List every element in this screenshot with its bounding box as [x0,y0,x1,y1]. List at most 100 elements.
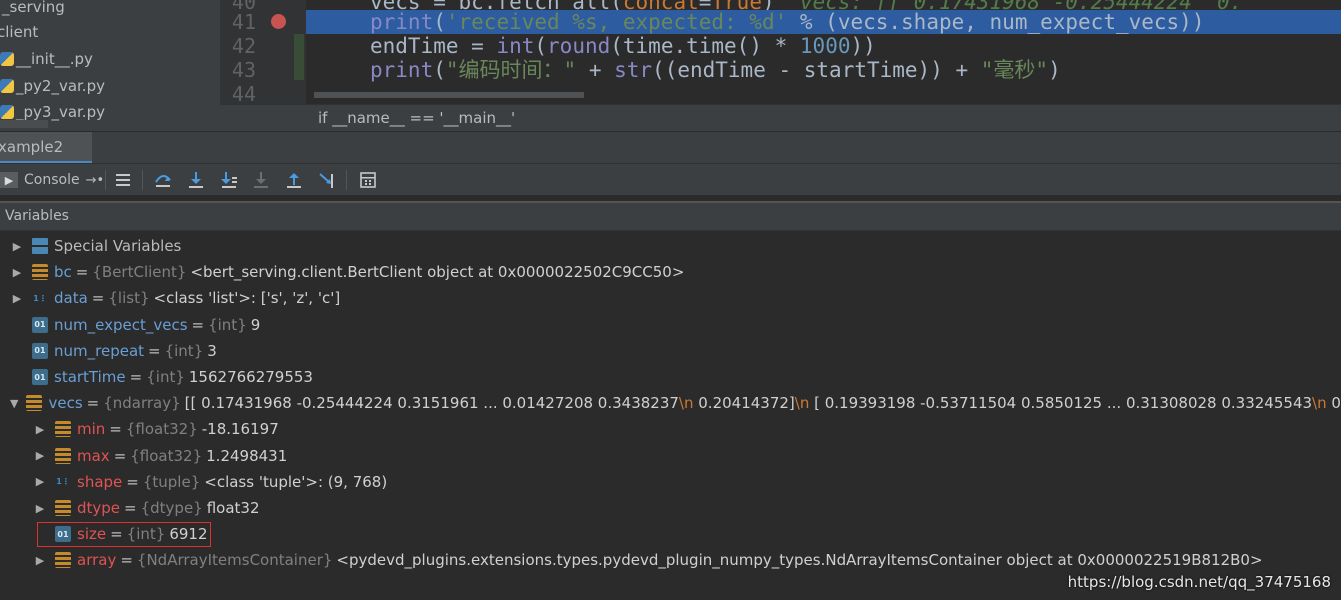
expand-arrow-down-icon[interactable]: ▼ [10,396,18,410]
code-line-current[interactable]: print('received %s, expected: %d' % (vec… [306,10,1341,34]
variable-name: max [77,446,110,465]
variable-row[interactable]: ▶ bc = {BertClient} <bert_serving.client.Ber… [0,259,1341,285]
equals-sign: = [148,341,161,360]
variable-value: <bert_serving.client.BertClient object a… [190,263,685,282]
step-out-icon[interactable] [283,169,305,191]
equals-sign: = [109,420,122,439]
step-over-icon[interactable] [152,169,174,191]
variable-name: data [54,289,88,308]
expand-arrow-right-icon[interactable]: ▶ [33,449,47,463]
line-number: 44 [231,82,256,106]
object-variable-icon [26,395,43,412]
object-variable-icon [32,264,48,281]
variable-row[interactable]: ▶ Special Variables [0,233,1341,259]
step-into-my-code-icon[interactable] [218,169,240,191]
variable-value: 1562766279553 [188,368,313,386]
toolbar-separator [142,170,143,190]
tab-debug-session[interactable]: xample2 [0,132,92,164]
tree-item[interactable]: _py2_var.py [0,74,105,98]
tree-item-label: lient [5,23,39,41]
python-file-icon [0,79,14,93]
show-execution-point-icon[interactable] [112,169,134,191]
python-file-icon [0,105,14,119]
expand-arrow-right-icon[interactable]: ▶ [10,265,24,279]
variable-type: {int} [208,315,247,334]
code-line[interactable]: print("编码时间：" + str((endTime - startTime… [306,58,1341,82]
expand-arrow-right-icon[interactable]: ▶ [10,239,24,253]
console-tab[interactable]: ▶ Console →• [0,167,104,193]
variables-panel-header: Variables [0,201,1341,231]
variable-row[interactable]: ▶ max = {float32} 1.2498431 [0,443,1341,469]
variable-row[interactable]: ▶01startTime={int}1562766279553 [0,364,1341,390]
variable-name: shape [77,472,123,491]
equals-sign: = [75,263,89,282]
variable-row[interactable]: ▶01num_expect_vecs={int}9 [0,312,1341,338]
variable-type: {ndarray} [103,394,181,413]
variable-value: -18.16197 [201,420,279,439]
variable-value: [[ 0.17431968 -0.25444224 0.3151961 ... … [184,394,1341,413]
tree-item[interactable]: c lient [0,20,38,44]
tree-item-label: _py3_var.py [16,103,105,121]
run-to-cursor-icon[interactable] [316,169,338,191]
watermark: https://blog.csdn.net/qq_37475168 [1067,573,1331,591]
debug-toolbar: ▶ Console →• [0,163,1341,195]
debug-tab-strip: xample2 [0,131,1341,164]
variable-row[interactable]: ▶ min = {float32} -18.16197 [0,416,1341,442]
variable-value: <class 'tuple'>: (9, 768) [204,472,388,491]
variable-type: {list} [108,289,150,308]
variable-row[interactable]: ▶01num_repeat={int}3 [0,338,1341,364]
equals-sign: = [120,551,133,570]
variable-row[interactable]: ▶ array = {NdArrayItemsContainer} <pydevd_pl… [0,547,1341,573]
editor-horizontal-scrollbar[interactable] [314,92,584,98]
equals-sign: = [86,394,100,413]
int-variable-icon: 01 [32,316,48,333]
equals-sign: = [124,499,137,517]
variable-value: <class 'list'>: ['s', 'z', 'c'] [153,289,341,308]
variable-row[interactable]: ▼ vecs = {ndarray}[[ 0.17431968 -0.25444224… [0,390,1341,416]
variable-name: dtype [77,499,121,517]
variable-name: num_expect_vecs [54,315,188,334]
variable-name: startTime [54,368,126,386]
expand-arrow-right-icon[interactable]: ▶ [33,422,47,436]
variable-name: Special Variables [54,237,182,255]
object-variable-icon [55,552,71,569]
force-step-into-icon[interactable] [250,169,272,191]
expand-arrow-right-icon[interactable]: ▶ [10,291,24,305]
variable-value: 9 [250,315,261,334]
object-variable-icon [55,447,71,464]
variable-type: {tuple} [142,472,201,491]
step-into-icon[interactable] [185,169,207,191]
expand-arrow-right-icon[interactable]: ▶ [33,475,47,489]
tree-item-label: _py2_var.py [16,77,105,95]
restore-layout-icon[interactable]: →• [86,173,105,188]
breadcrumb[interactable]: if __name__ == '__main__' [318,109,515,127]
code-line[interactable]: endTime = int(round(time.time() * 1000)) [306,34,1341,58]
variables-header-title: Variables [5,208,69,224]
variable-row[interactable]: ▶ dtype = {dtype} float32 [0,495,1341,521]
tab-label: xample2 [0,137,64,156]
expand-arrow-right-icon[interactable]: ▶ [33,553,47,567]
equals-sign: = [91,289,105,308]
object-variable-icon [55,421,71,438]
console-icon: ▶ [0,172,18,188]
variable-row[interactable]: ▶ 1⋮ data = {list} <class 'list'>: ['s', 'z',… [0,285,1341,311]
variable-type: {int} [146,368,185,386]
tree-item[interactable]: _serving [2,0,65,19]
editor-gutter[interactable]: 40 41 42 43 44 [220,0,306,106]
equals-sign: = [113,446,127,465]
breakpoint-icon[interactable] [271,14,286,29]
int-variable-icon: 01 [32,342,48,359]
tree-scrollbar[interactable] [0,120,48,128]
variable-value: 3 [207,341,217,360]
variable-value: float32 [206,499,260,517]
object-variable-icon [55,500,71,516]
variable-type: {BertClient} [92,263,187,282]
console-label: Console [24,172,80,188]
code-editor[interactable]: 40 41 42 43 44 vecs = bc.fetch_all(conca… [220,0,1341,131]
variable-value: 1.2498431 [206,446,288,465]
equals-sign: = [191,315,205,334]
expand-arrow-right-icon[interactable]: ▶ [33,501,47,515]
variable-row[interactable]: ▶ 1⋮ shape = {tuple} <class 'tuple'>: (9, 768… [0,469,1341,495]
tree-item[interactable]: __init__.py [0,47,93,71]
evaluate-expression-icon[interactable] [357,169,379,191]
